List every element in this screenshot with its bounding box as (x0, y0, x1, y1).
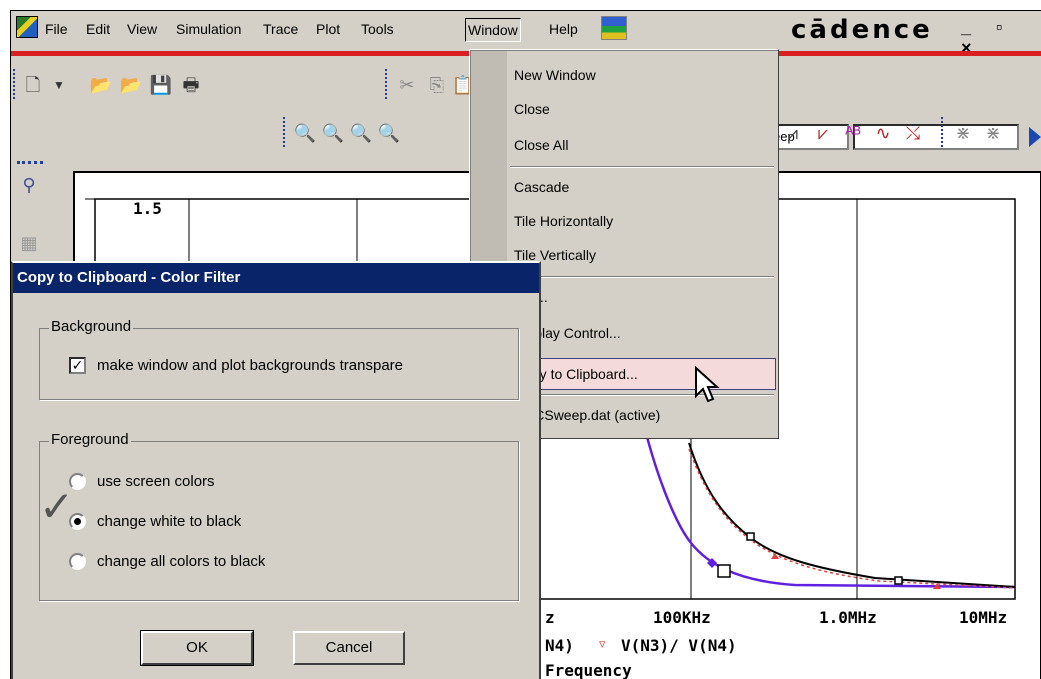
annotation-checkmark-icon: ✓ (39, 482, 75, 531)
menu-edit[interactable]: Edit (84, 18, 112, 42)
background-group-label: Background (49, 318, 134, 336)
cursor-min-icon[interactable]: ⤯ (901, 121, 925, 145)
mouse-cursor-icon (695, 366, 720, 403)
toolbar-grip[interactable] (17, 161, 43, 165)
toolbar-grip[interactable] (385, 69, 389, 99)
open-icon[interactable]: 📂 (89, 73, 113, 97)
properties-icon[interactable]: ▦ (17, 231, 41, 255)
menu-separator (510, 276, 774, 278)
cursor-label-icon[interactable]: ᴬᴮ (841, 121, 865, 145)
zoom-fit-icon[interactable]: 🔍 (377, 121, 401, 145)
dropdown-arrow-icon[interactable]: ▼ (47, 73, 71, 97)
x-tick-label: 10MHz (959, 608, 1008, 627)
x-axis-label: Frequency (545, 661, 632, 679)
menu-tile-horizontally[interactable]: Tile Horizontally (514, 206, 613, 236)
menu-cascade[interactable]: Cascade (514, 172, 569, 202)
menu-separator (510, 166, 774, 168)
cursor-slope-icon[interactable]: ∿ (871, 121, 895, 145)
ok-button[interactable]: OK (140, 630, 254, 666)
cancel-button[interactable]: Cancel (293, 631, 405, 665)
pin-icon[interactable]: ⚲ (17, 173, 41, 197)
mark-point-icon[interactable]: ⋇ (951, 121, 975, 145)
save-icon[interactable]: 💾 (149, 73, 173, 97)
whats-this-icon[interactable] (601, 16, 627, 40)
menu-file[interactable]: File (43, 18, 70, 42)
toolbar-grip[interactable] (941, 117, 945, 147)
cursor-peak-icon[interactable]: ⩘ (781, 121, 805, 145)
all-to-black-radio[interactable] (69, 553, 86, 570)
menu-trace[interactable]: Trace (261, 18, 300, 42)
foreground-group-label: Foreground (49, 431, 131, 449)
transparent-checkbox[interactable]: ✓ (69, 357, 86, 374)
new-file-icon[interactable]: 🗋 (21, 73, 45, 97)
mark-data-icon[interactable]: ⋇ (981, 121, 1005, 145)
zoom-area-icon[interactable]: 🔍 (349, 121, 373, 145)
legend-left: N4) (545, 636, 574, 655)
menu-close[interactable]: Close (514, 94, 550, 124)
zoom-out-icon[interactable]: 🔍 (321, 121, 345, 145)
menu-tools[interactable]: Tools (359, 18, 396, 42)
menu-simulation[interactable]: Simulation (174, 18, 243, 42)
cut-icon[interactable]: ✂ (395, 73, 419, 97)
copy-icon[interactable]: ⎘ (425, 73, 449, 97)
legend-marker-icon: ▿ (599, 636, 606, 651)
cadence-logo: cādence (791, 15, 933, 45)
x-tick-label: z (545, 608, 555, 627)
dialog-title[interactable]: Copy to Clipboard - Color Filter (13, 263, 539, 293)
x-tick-label: 100KHz (653, 608, 711, 627)
cursor-trough-icon[interactable]: ⩗ (811, 121, 835, 145)
menu-help[interactable]: Help (547, 18, 580, 42)
app-window: File Edit View Simulation Trace Plot Too… (10, 10, 1041, 679)
legend-series: V(N3)/ V(N4) (621, 636, 737, 655)
menu-plot[interactable]: Plot (314, 18, 342, 42)
menu-new-window[interactable]: New Window (514, 60, 596, 90)
menu-close-all[interactable]: Close All (514, 130, 568, 160)
option-label: use screen colors (97, 473, 215, 490)
menu-separator (510, 394, 774, 396)
toolbar-grip[interactable] (13, 69, 17, 99)
option-label: change all colors to black (97, 553, 266, 570)
menu-view[interactable]: View (125, 18, 159, 42)
print-icon[interactable]: 🖶 (179, 73, 203, 97)
menu-window[interactable]: Window (465, 18, 521, 42)
zoom-in-icon[interactable]: 🔍 (293, 121, 317, 145)
app-icon[interactable] (16, 16, 38, 38)
x-tick-label: 1.0MHz (819, 608, 877, 627)
y-tick-top: 1.5 (133, 199, 162, 218)
transparent-label: make window and plot backgrounds transpa… (97, 357, 404, 374)
toolbar-grip[interactable] (283, 117, 287, 147)
open-folder-icon[interactable]: 📂 (119, 73, 143, 97)
option-label: change white to black (97, 513, 242, 530)
color-filter-dialog: Copy to Clipboard - Color Filter Backgro… (11, 261, 541, 679)
